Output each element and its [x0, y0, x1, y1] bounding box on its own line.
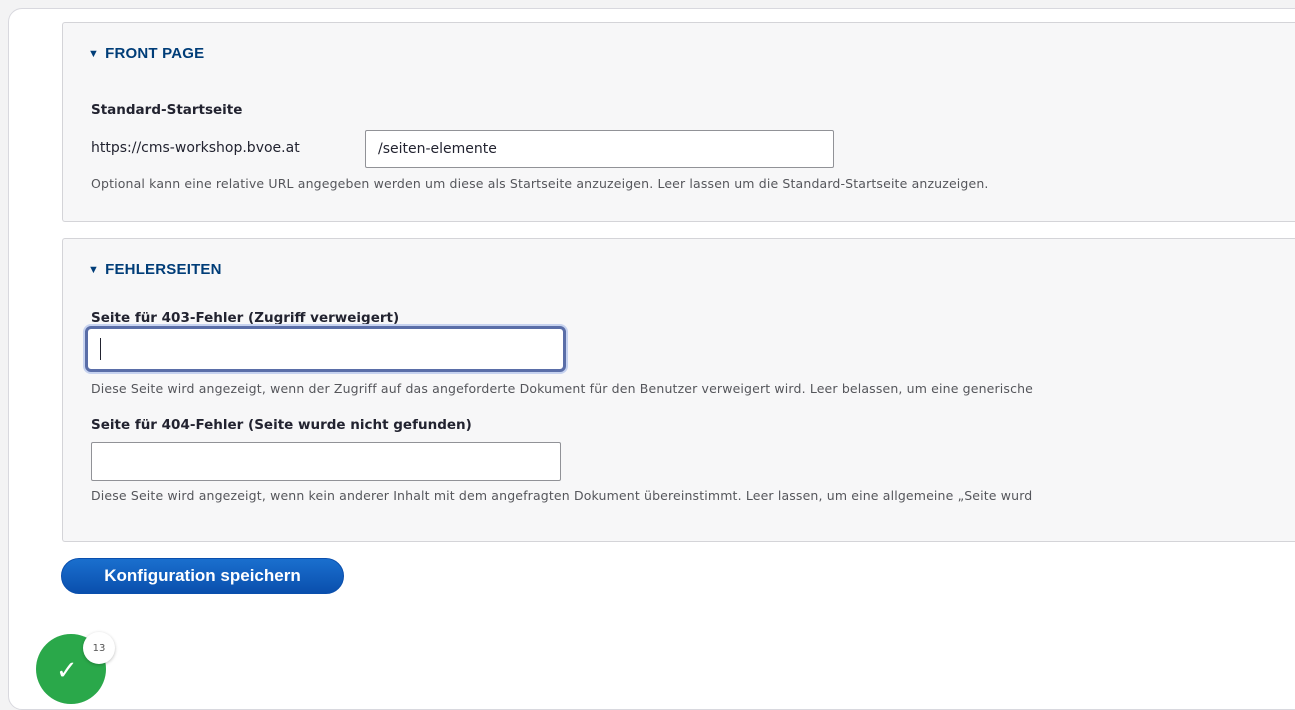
- text-caret: [100, 338, 101, 360]
- front-page-summary[interactable]: ▼ FRONT PAGE: [88, 45, 204, 62]
- error-pages-details: ▼ FEHLERSEITEN Seite für 403-Fehler (Zugr…: [62, 238, 1295, 542]
- field-404-description: Diese Seite wird angezeigt, wenn kein an…: [91, 488, 1033, 503]
- check-icon: ✓: [56, 656, 78, 686]
- error-pages-summary[interactable]: ▼ FEHLERSEITEN: [88, 261, 222, 278]
- field-403-description: Diese Seite wird angezeigt, wenn der Zug…: [91, 381, 1034, 396]
- front-page-input[interactable]: /seiten-elemente: [365, 130, 834, 168]
- field-403-label: Seite für 403-Fehler (Zugriff verweigert…: [91, 310, 400, 326]
- field-403-input[interactable]: [85, 326, 566, 372]
- front-page-details: ▼ FRONT PAGE Standard-Startseite https://…: [62, 22, 1295, 222]
- save-configuration-button[interactable]: Konfiguration speichern: [61, 558, 344, 594]
- front-page-input-value: /seiten-elemente: [378, 141, 497, 157]
- front-page-label: Standard-Startseite: [91, 102, 243, 118]
- progress-count-badge: 13: [83, 632, 115, 664]
- front-page-url-prefix: https://cms-workshop.bvoe.at: [91, 140, 300, 156]
- field-404-input[interactable]: [91, 442, 561, 481]
- triangle-down-icon: ▼: [88, 264, 100, 276]
- front-page-description: Optional kann eine relative URL angegebe…: [91, 176, 989, 191]
- error-pages-summary-label: FEHLERSEITEN: [105, 261, 222, 278]
- content-frame: ▼ FRONT PAGE Standard-Startseite https://…: [8, 8, 1295, 710]
- field-404-label: Seite für 404-Fehler (Seite wurde nicht …: [91, 417, 472, 433]
- front-page-summary-label: FRONT PAGE: [105, 45, 205, 62]
- triangle-down-icon: ▼: [88, 48, 100, 60]
